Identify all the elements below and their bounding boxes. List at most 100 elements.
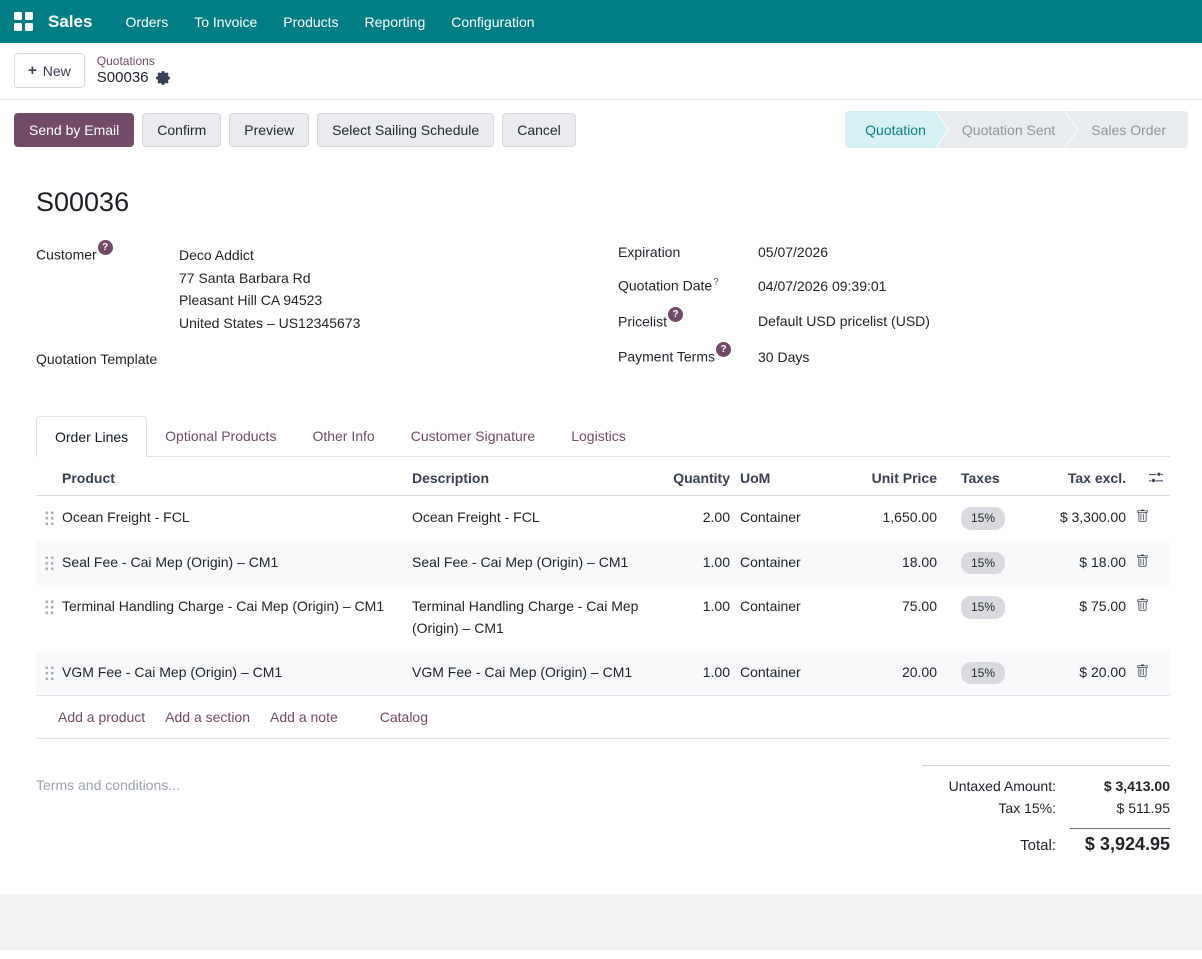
total-value: $ 3,924.95 [1070, 828, 1170, 855]
cell-unit-price[interactable]: 20.00 [835, 662, 947, 684]
apps-grid-icon[interactable] [14, 12, 34, 32]
tax-row: Tax 15%: $ 511.95 [922, 797, 1170, 819]
tab-other-info[interactable]: Other Info [294, 416, 392, 457]
drag-handle-icon[interactable] [44, 555, 55, 572]
nav-item-to-invoice[interactable]: To Invoice [181, 8, 270, 36]
cell-product[interactable]: Seal Fee - Cai Mep (Origin) – CM1 [62, 552, 412, 574]
pricelist-value[interactable]: Default USD pricelist (USD) [758, 313, 1170, 329]
col-taxes: Taxes [947, 470, 1047, 486]
quotation-date-value[interactable]: 04/07/2026 09:39:01 [758, 278, 1170, 294]
table-header: Product Description Quantity UoM Unit Pr… [36, 457, 1170, 496]
cell-uom[interactable]: Container [740, 507, 835, 529]
top-nav: Sales Orders To Invoice Products Reporti… [0, 0, 1202, 43]
col-tax-excl: Tax excl. [1047, 470, 1136, 486]
help-icon[interactable]: ? [98, 240, 113, 255]
tab-order-lines[interactable]: Order Lines [36, 416, 147, 457]
pricelist-label: Pricelist? [618, 311, 758, 330]
main-menu: Orders To Invoice Products Reporting Con… [112, 8, 547, 36]
table-row[interactable]: Ocean Freight - FCL Ocean Freight - FCL … [36, 496, 1170, 541]
table-row[interactable]: VGM Fee - Cai Mep (Origin) – CM1 VGM Fee… [36, 651, 1170, 697]
optional-columns-icon[interactable] [1148, 471, 1170, 485]
tax-badge: 15% [961, 507, 1005, 530]
table-row[interactable]: Terminal Handling Charge - Cai Mep (Orig… [36, 585, 1170, 650]
cell-quantity[interactable]: 1.00 [660, 552, 740, 574]
preview-button[interactable]: Preview [229, 113, 309, 147]
terms-placeholder[interactable]: Terms and conditions... [36, 765, 180, 858]
tab-customer-signature[interactable]: Customer Signature [393, 416, 554, 457]
cell-product[interactable]: Ocean Freight - FCL [62, 507, 412, 529]
breadcrumb: Quotations S00036 [97, 54, 170, 88]
cell-unit-price[interactable]: 18.00 [835, 552, 947, 574]
gear-icon[interactable] [156, 71, 170, 85]
cell-uom[interactable]: Container [740, 552, 835, 574]
tab-optional-products[interactable]: Optional Products [147, 416, 294, 457]
confirm-button[interactable]: Confirm [142, 113, 221, 147]
page-background [0, 894, 1202, 950]
cell-subtotal: $ 20.00 [1047, 662, 1136, 684]
payment-terms-value[interactable]: 30 Days [758, 349, 1170, 365]
drag-handle-icon[interactable] [44, 599, 55, 616]
cell-uom[interactable]: Container [740, 662, 835, 684]
expiration-field: Expiration 05/07/2026 [618, 244, 1170, 260]
drag-handle-icon[interactable] [44, 510, 55, 527]
expiration-value[interactable]: 05/07/2026 [758, 244, 1170, 260]
payment-terms-label: Payment Terms? [618, 346, 758, 365]
add-a-product-link[interactable]: Add a product [58, 709, 145, 725]
help-icon[interactable]: ? [716, 342, 731, 357]
untaxed-amount-label: Untaxed Amount: [949, 778, 1056, 794]
help-icon[interactable]: ? [713, 277, 719, 288]
form-fields: Customer? Deco Addict 77 Santa Barbara R… [36, 244, 1170, 382]
status-step-quotation-sent[interactable]: Quotation Sent [936, 111, 1077, 148]
cell-description[interactable]: VGM Fee - Cai Mep (Origin) – CM1 [412, 662, 660, 684]
catalog-link[interactable]: Catalog [380, 709, 428, 725]
add-a-section-link[interactable]: Add a section [165, 709, 250, 725]
cell-quantity[interactable]: 1.00 [660, 596, 740, 618]
new-button[interactable]: + New [14, 53, 85, 88]
nav-item-reporting[interactable]: Reporting [352, 8, 439, 36]
nav-item-orders[interactable]: Orders [112, 8, 181, 36]
cell-quantity[interactable]: 2.00 [660, 507, 740, 529]
delete-row-icon[interactable] [1136, 509, 1170, 523]
record-title: S00036 [36, 187, 1170, 218]
status-step-quotation[interactable]: Quotation [845, 111, 948, 148]
status-step-sales-order[interactable]: Sales Order [1065, 111, 1188, 148]
tab-logistics[interactable]: Logistics [553, 416, 643, 457]
table-row[interactable]: Seal Fee - Cai Mep (Origin) – CM1 Seal F… [36, 541, 1170, 586]
cancel-button[interactable]: Cancel [502, 113, 576, 147]
delete-row-icon[interactable] [1136, 598, 1170, 612]
cell-uom[interactable]: Container [740, 596, 835, 618]
quotation-template-label: Quotation Template [36, 351, 179, 367]
col-unit-price: Unit Price [835, 470, 947, 486]
app-name[interactable]: Sales [48, 12, 92, 32]
cell-product[interactable]: Terminal Handling Charge - Cai Mep (Orig… [62, 596, 412, 618]
cell-product[interactable]: VGM Fee - Cai Mep (Origin) – CM1 [62, 662, 412, 684]
notebook-tabs: Order Lines Optional Products Other Info… [36, 416, 1170, 457]
cell-subtotal: $ 75.00 [1047, 596, 1136, 618]
cell-description[interactable]: Ocean Freight - FCL [412, 507, 660, 529]
breadcrumb-parent[interactable]: Quotations [97, 54, 170, 69]
col-description: Description [412, 470, 660, 486]
cell-description[interactable]: Terminal Handling Charge - Cai Mep (Orig… [412, 596, 660, 639]
send-by-email-button[interactable]: Send by Email [14, 113, 134, 147]
delete-row-icon[interactable] [1136, 554, 1170, 568]
customer-city: Pleasant Hill CA 94523 [179, 289, 360, 312]
col-product: Product [62, 470, 412, 486]
customer-value[interactable]: Deco Addict 77 Santa Barbara Rd Pleasant… [179, 244, 360, 335]
untaxed-amount-row: Untaxed Amount: $ 3,413.00 [922, 775, 1170, 797]
cell-description[interactable]: Seal Fee - Cai Mep (Origin) – CM1 [412, 552, 660, 574]
delete-row-icon[interactable] [1136, 664, 1170, 678]
customer-country: United States – US12345673 [179, 312, 360, 335]
drag-handle-icon[interactable] [44, 665, 55, 682]
cell-quantity[interactable]: 1.00 [660, 662, 740, 684]
customer-name[interactable]: Deco Addict [179, 244, 360, 267]
tax-badge: 15% [961, 596, 1005, 619]
select-sailing-schedule-button[interactable]: Select Sailing Schedule [317, 113, 494, 147]
add-a-note-link[interactable]: Add a note [270, 709, 338, 725]
nav-item-configuration[interactable]: Configuration [438, 8, 547, 36]
total-label: Total: [1020, 837, 1056, 854]
totals-block: Untaxed Amount: $ 3,413.00 Tax 15%: $ 51… [922, 765, 1170, 858]
help-icon[interactable]: ? [668, 307, 683, 322]
cell-unit-price[interactable]: 75.00 [835, 596, 947, 618]
nav-item-products[interactable]: Products [270, 8, 351, 36]
cell-unit-price[interactable]: 1,650.00 [835, 507, 947, 529]
